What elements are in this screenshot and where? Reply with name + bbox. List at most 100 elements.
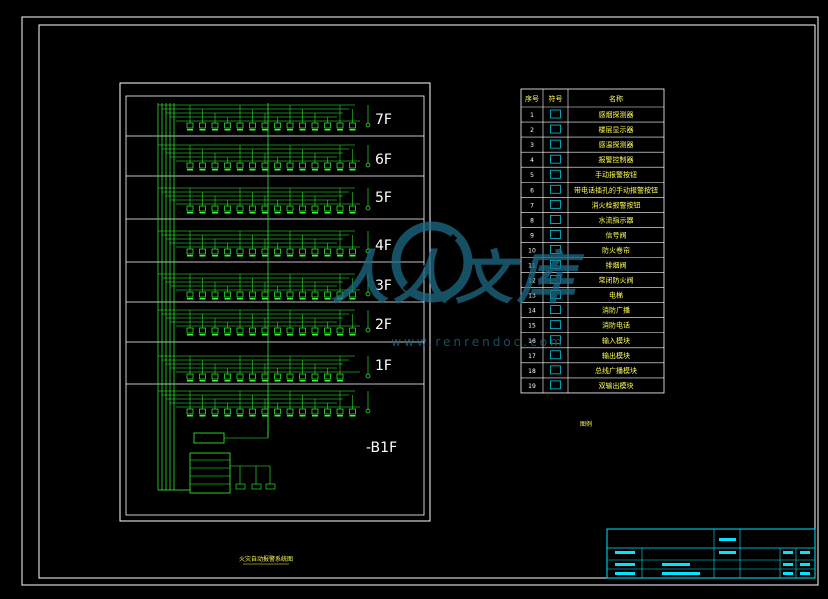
device-symbol xyxy=(299,373,306,380)
device-symbol xyxy=(299,248,306,255)
legend-row-name: 感烟探测器 xyxy=(599,110,634,119)
device-label xyxy=(287,255,293,257)
device-label xyxy=(274,212,281,214)
device-symbol xyxy=(236,373,244,380)
end-device xyxy=(365,162,371,168)
device-symbol xyxy=(224,162,231,169)
device-label xyxy=(237,415,243,417)
end-device xyxy=(365,205,371,211)
legend-row-name: 输出模块 xyxy=(602,351,630,360)
end-device xyxy=(365,327,371,333)
watermark: 人人文库 www.renrendoc.com xyxy=(331,221,585,349)
device-label xyxy=(337,169,343,171)
device-label xyxy=(274,415,281,417)
device-label xyxy=(199,334,206,336)
device-symbol xyxy=(261,248,269,255)
device-label xyxy=(224,212,231,214)
device-label xyxy=(262,415,268,417)
device-symbol xyxy=(349,408,356,415)
device-symbol xyxy=(299,122,306,129)
device-label xyxy=(212,212,218,214)
device-label xyxy=(287,129,293,131)
device-label xyxy=(287,334,293,336)
device-label xyxy=(274,298,281,300)
legend-row-number: 8 xyxy=(530,217,534,224)
device-label xyxy=(199,212,206,214)
device-label xyxy=(249,334,256,336)
device-label xyxy=(224,334,231,336)
device-symbol xyxy=(286,248,294,255)
device-label xyxy=(212,298,218,300)
device-label xyxy=(349,212,356,214)
device-symbol xyxy=(349,327,356,334)
end-device xyxy=(365,408,371,414)
device-label xyxy=(249,415,256,417)
device-label xyxy=(287,298,293,300)
device-symbol xyxy=(186,408,194,415)
legend-row-number: 15 xyxy=(528,323,536,330)
device-label xyxy=(224,298,231,300)
device-label xyxy=(337,334,343,336)
device-symbol xyxy=(274,408,281,415)
legend-symbol-icon xyxy=(550,169,561,179)
device-label xyxy=(287,415,293,417)
end-device xyxy=(365,122,371,128)
floor-device-row xyxy=(158,187,371,214)
device-symbol xyxy=(236,327,244,334)
legend-symbol-icon xyxy=(550,215,561,224)
title-block xyxy=(606,528,816,579)
device-label xyxy=(312,169,318,171)
watermark-url: www.renrendoc.com xyxy=(391,335,564,349)
device-label xyxy=(299,255,306,257)
device-label xyxy=(237,255,243,257)
device-symbol xyxy=(224,205,231,212)
end-device xyxy=(365,373,371,379)
device-symbol xyxy=(211,248,219,255)
device-symbol xyxy=(261,327,269,334)
device-label xyxy=(237,334,243,336)
device-label xyxy=(187,129,193,131)
device-label xyxy=(299,169,306,171)
device-label xyxy=(187,334,193,336)
legend-header: 序号 xyxy=(525,94,539,103)
legend-row-name: 手动报警按钮 xyxy=(595,170,637,179)
device-symbol xyxy=(186,291,194,298)
device-label xyxy=(324,169,331,171)
device-symbol xyxy=(286,122,294,129)
device-label xyxy=(299,415,306,417)
device-label xyxy=(262,298,268,300)
device-symbol xyxy=(286,373,294,380)
device-symbol xyxy=(324,408,331,415)
drawing-title: 火灾自动报警系统图 xyxy=(239,555,293,563)
watermark-glyphs: 人人文库 xyxy=(331,244,585,312)
device-symbol xyxy=(261,205,269,212)
device-label xyxy=(249,255,256,257)
device-label xyxy=(187,255,193,257)
device-label xyxy=(237,298,243,300)
device-symbol xyxy=(336,408,344,415)
device-label xyxy=(349,415,356,417)
device-label xyxy=(299,129,306,131)
device-label xyxy=(262,129,268,131)
legend-row-name: 防火卷帘 xyxy=(602,245,630,254)
legend-row-name: 带电话插孔的手动报警按钮 xyxy=(574,185,658,194)
device-label xyxy=(224,415,231,417)
device-symbol xyxy=(311,373,319,380)
device-symbol xyxy=(299,327,306,334)
legend-row-name: 常闭防火阀 xyxy=(599,276,634,285)
device-symbol xyxy=(324,122,331,129)
device-symbol xyxy=(249,291,256,298)
device-symbol xyxy=(236,162,244,169)
device-symbol xyxy=(261,408,269,415)
legend-row-name: 消防电话 xyxy=(602,321,630,330)
device-symbol xyxy=(299,162,306,169)
legend-row-name: 排烟阀 xyxy=(606,261,627,270)
device-label xyxy=(287,169,293,171)
legend-row-number: 3 xyxy=(530,142,534,149)
device-symbol xyxy=(224,327,231,334)
device-symbol xyxy=(274,162,281,169)
device-symbol xyxy=(299,291,306,298)
device-label xyxy=(262,212,268,214)
device-symbol xyxy=(249,162,256,169)
device-symbol xyxy=(261,122,269,129)
